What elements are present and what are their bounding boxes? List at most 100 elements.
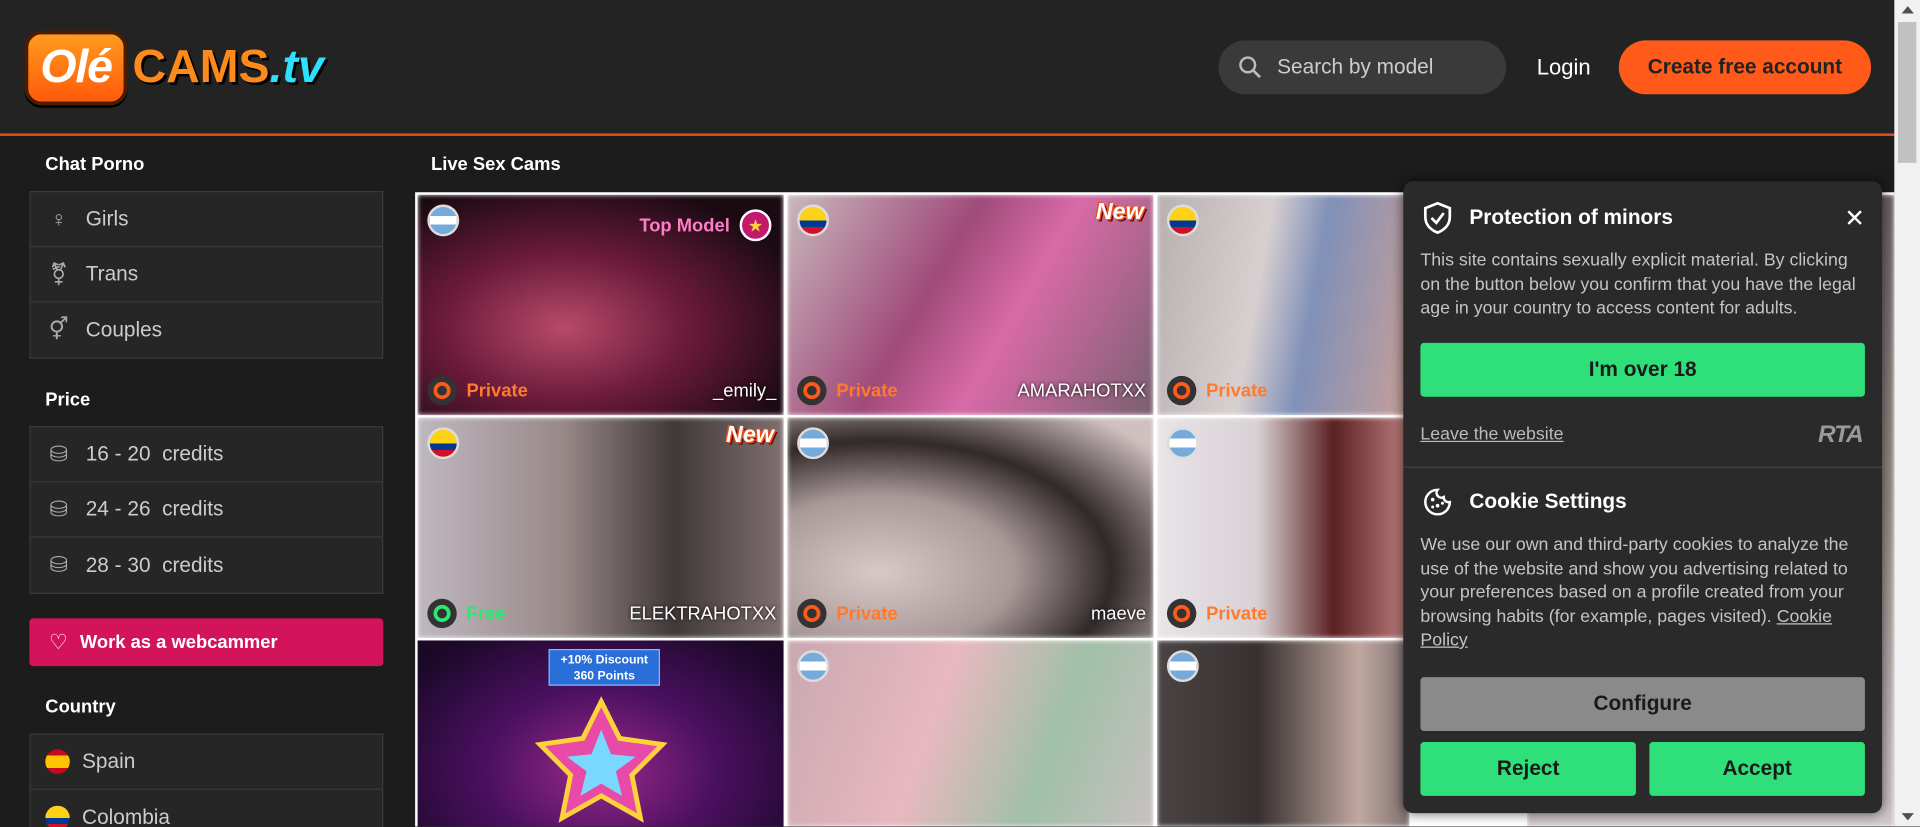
argentina-flag-icon bbox=[1166, 427, 1199, 460]
cookie-icon bbox=[1420, 487, 1454, 516]
status-label: Private bbox=[466, 380, 528, 402]
status-badge: Private bbox=[797, 375, 898, 406]
status-badge: Private bbox=[797, 598, 898, 629]
logo-cams: CAMS bbox=[132, 41, 270, 93]
status-label: Private bbox=[1206, 603, 1268, 624]
cookie-title: Cookie Settings bbox=[1469, 489, 1627, 514]
sidebar-item-price-16-20[interactable]: ⛁ 16 - 20 credits bbox=[30, 427, 383, 483]
cam-card[interactable]: New Private AMARAHOTXX bbox=[787, 194, 1154, 416]
argentina-flag-icon bbox=[427, 204, 460, 237]
new-badge: New bbox=[726, 422, 774, 449]
private-status-icon bbox=[1166, 598, 1197, 629]
site-logo[interactable]: Olé CAMS .tv bbox=[24, 27, 324, 108]
colombia-flag-icon bbox=[797, 204, 829, 237]
work-label: Work as a webcammer bbox=[79, 631, 278, 653]
discount-subtitle: 360 Points bbox=[573, 669, 635, 684]
sidebar-item-price-24-26[interactable]: ⛁ 24 - 26 credits bbox=[30, 482, 383, 538]
scroll-down-icon[interactable] bbox=[1901, 813, 1914, 821]
minors-title: Protection of minors bbox=[1469, 205, 1673, 229]
argentina-flag-icon bbox=[1166, 650, 1199, 683]
cam-card[interactable]: Top Model ★ Private _emily_ bbox=[417, 194, 784, 416]
divider bbox=[1403, 466, 1883, 468]
sidebar-item-couples[interactable]: ⚥ Couples bbox=[31, 302, 382, 357]
sidebar-item-colombia[interactable]: Colombia bbox=[31, 790, 382, 827]
reject-button[interactable]: Reject bbox=[1420, 742, 1636, 796]
price-list: ⛁ 16 - 20 credits ⛁ 24 - 26 credits ⛁ 28… bbox=[29, 426, 384, 594]
price-section-title: Price bbox=[45, 389, 91, 411]
sidebar-item-label: Couples bbox=[85, 317, 163, 342]
status-label: Private bbox=[836, 380, 898, 402]
country-list: Spain Colombia bbox=[29, 733, 384, 827]
age-cookie-modal: Protection of minors ✕ This site contain… bbox=[1403, 181, 1883, 814]
sidebar-item-girls[interactable]: ♀ Girls bbox=[30, 192, 383, 248]
rta-logo: RTA bbox=[1818, 421, 1864, 449]
cam-card[interactable]: Private maeve bbox=[787, 417, 1154, 638]
over-18-button[interactable]: I'm over 18 bbox=[1420, 342, 1865, 397]
sidebar-item-price-28-30[interactable]: ⛁ 28 - 30 credits bbox=[31, 538, 382, 593]
category-list: ♀ Girls ⚧ Trans ⚥ Couples bbox=[29, 191, 384, 359]
discount-badge: +10% Discount 360 Points bbox=[548, 648, 661, 686]
model-name: maeve bbox=[1090, 603, 1147, 625]
transgender-icon: ⚧ bbox=[49, 261, 69, 286]
star-badge-icon bbox=[534, 696, 668, 823]
colombia-flag-icon bbox=[1166, 204, 1199, 237]
free-status-icon bbox=[427, 598, 457, 629]
work-as-webcammer-button[interactable]: ♡ Work as a webcammer bbox=[29, 618, 384, 667]
coins-icon: ⛁ bbox=[49, 552, 69, 577]
cam-card[interactable] bbox=[787, 640, 1154, 827]
spain-flag-icon bbox=[45, 749, 70, 774]
status-badge: Private bbox=[427, 375, 528, 406]
sidebar-item-trans[interactable]: ⚧ Trans bbox=[30, 247, 383, 303]
status-badge: Private bbox=[1166, 375, 1268, 406]
search-input[interactable]: Search by model bbox=[1218, 40, 1507, 95]
cam-card[interactable]: New Free ELEKTRAHOTXX bbox=[417, 417, 784, 638]
chat-section-title: Chat Porno bbox=[45, 154, 145, 176]
private-status-icon bbox=[427, 375, 457, 406]
coins-icon: ⛁ bbox=[49, 441, 69, 466]
scrollbar-thumb[interactable] bbox=[1897, 22, 1917, 163]
sidebar-item-label: Spain bbox=[82, 749, 136, 773]
private-status-icon bbox=[797, 598, 827, 629]
page-scrollbar[interactable] bbox=[1894, 0, 1920, 827]
cam-card[interactable]: Private bbox=[1157, 194, 1410, 416]
private-status-icon bbox=[797, 375, 827, 406]
star-icon: ★ bbox=[739, 209, 772, 242]
sidebar-item-label: 28 - 30 credits bbox=[85, 552, 224, 577]
model-name: _emily_ bbox=[713, 380, 777, 402]
minors-heading: Protection of minors bbox=[1420, 201, 1673, 235]
cookie-text: We use our own and third-party cookies t… bbox=[1420, 534, 1867, 653]
minors-text: This site contains sexually explicit mat… bbox=[1420, 251, 1856, 319]
search-icon bbox=[1239, 56, 1261, 79]
leave-website-link[interactable]: Leave the website bbox=[1420, 425, 1563, 445]
discount-title: +10% Discount bbox=[560, 653, 649, 668]
heart-icon: ♡ bbox=[48, 630, 68, 654]
sidebar-item-label: Colombia bbox=[82, 805, 170, 827]
cam-thumbnail bbox=[787, 640, 1154, 827]
search-placeholder: Search by model bbox=[1277, 55, 1434, 79]
create-account-button[interactable]: Create free account bbox=[1618, 40, 1872, 95]
country-section-title: Country bbox=[45, 696, 116, 718]
sidebar-item-label: Girls bbox=[85, 206, 129, 231]
new-badge: New bbox=[1095, 199, 1144, 226]
shield-icon bbox=[1420, 201, 1454, 235]
cookie-heading: Cookie Settings bbox=[1420, 487, 1627, 516]
scroll-up-icon[interactable] bbox=[1901, 6, 1914, 14]
sidebar-item-label: 24 - 26 credits bbox=[85, 497, 224, 521]
promo-card[interactable]: +10% Discount 360 Points bbox=[417, 640, 784, 827]
status-badge: Free bbox=[427, 598, 506, 629]
login-link[interactable]: Login bbox=[1537, 55, 1591, 81]
configure-button[interactable]: Configure bbox=[1420, 677, 1865, 732]
status-label: Free bbox=[466, 603, 506, 624]
status-label: Private bbox=[1206, 380, 1268, 402]
model-name: ELEKTRAHOTXX bbox=[629, 603, 777, 625]
cam-card[interactable]: Private bbox=[1157, 417, 1410, 638]
header: Olé CAMS .tv Search by model Login Creat… bbox=[0, 0, 1895, 136]
accept-button[interactable]: Accept bbox=[1649, 742, 1865, 796]
colombia-flag-icon bbox=[427, 427, 460, 460]
close-icon[interactable]: ✕ bbox=[1844, 203, 1865, 234]
logo-tv: .tv bbox=[269, 41, 324, 93]
cam-card[interactable] bbox=[1157, 640, 1410, 827]
badge-label: Top Model bbox=[639, 214, 730, 236]
sidebar-item-spain[interactable]: Spain bbox=[30, 735, 383, 790]
female-icon: ♀ bbox=[50, 206, 68, 231]
